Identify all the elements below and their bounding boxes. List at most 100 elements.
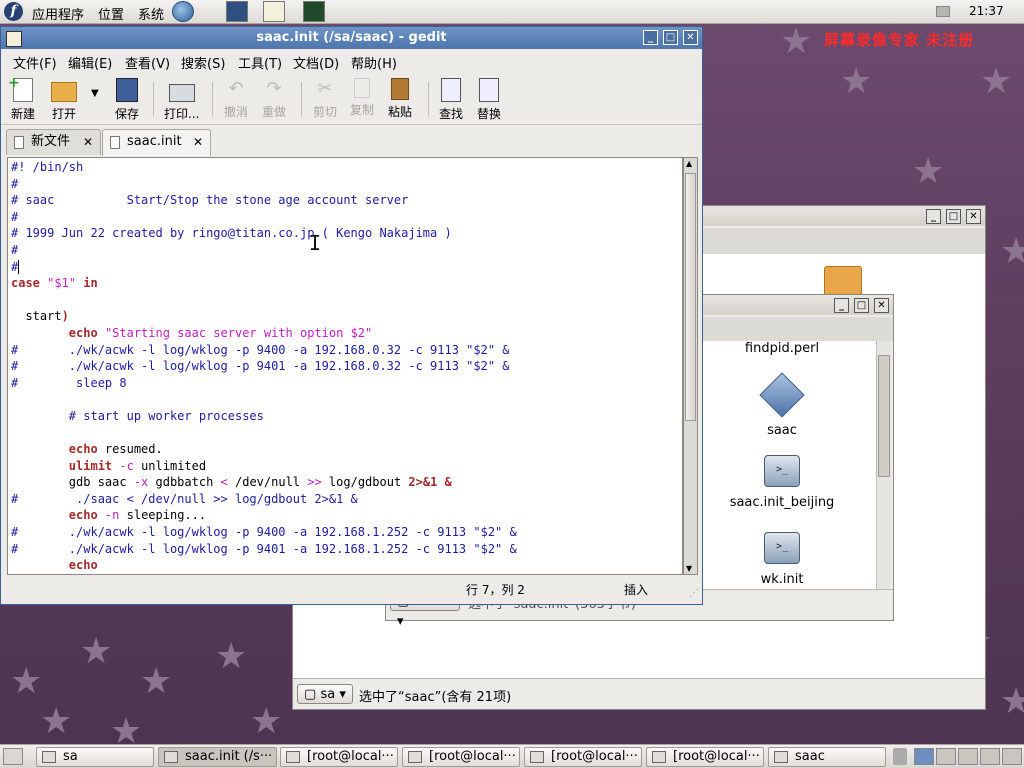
menu-documents[interactable]: 文档(D): [293, 53, 339, 72]
fedora-logo-icon[interactable]: f: [4, 2, 23, 21]
maximize-button[interactable]: □: [663, 30, 678, 45]
code-line[interactable]: [11, 425, 682, 442]
scrollbar-thumb[interactable]: [878, 355, 890, 477]
file-item[interactable]: >_ saac.init_beijing: [717, 451, 847, 510]
places-menu[interactable]: 位置: [98, 4, 124, 23]
close-button[interactable]: ✕: [966, 209, 981, 224]
scroll-down-arrow-icon[interactable]: ▼: [686, 564, 692, 573]
network-tray-icon[interactable]: [936, 6, 950, 17]
workspace-1[interactable]: [914, 748, 934, 765]
close-button[interactable]: ✕: [874, 298, 889, 313]
undo-button[interactable]: ↶ 撤消: [224, 78, 248, 120]
editor-vertical-scrollbar[interactable]: ▲ ▼: [683, 157, 698, 575]
tab-close-icon[interactable]: ✕: [193, 130, 203, 154]
code-line[interactable]: [11, 292, 682, 309]
cut-button[interactable]: ✂ 剪切: [313, 78, 337, 120]
code-line[interactable]: case "$1" in: [11, 275, 682, 292]
title-bar[interactable]: saac.init (/sa/saac) - gedit _ □ ✕: [1, 27, 702, 49]
code-line[interactable]: echo: [11, 557, 682, 574]
save-button[interactable]: 保存: [115, 78, 139, 122]
vertical-scrollbar[interactable]: [876, 341, 891, 590]
code-line[interactable]: # 1999 Jun 22 created by ringo@titan.co.…: [11, 225, 682, 242]
resize-grip-icon[interactable]: ⋰: [689, 588, 699, 599]
open-button[interactable]: 打开: [51, 78, 77, 122]
code-line[interactable]: # ./saac < /dev/null >> log/gdbout 2>&1 …: [11, 491, 682, 508]
file-item[interactable]: >_ wk.init: [717, 528, 847, 587]
tab-new-file[interactable]: 新文件 ✕: [6, 129, 101, 155]
copy-button[interactable]: 复制: [350, 78, 374, 118]
text-editor-area[interactable]: #! /bin/sh # # saac Start/Stop the stone a…: [7, 157, 683, 575]
menu-file[interactable]: 文件(F): [13, 53, 57, 72]
new-button[interactable]: + 新建: [8, 75, 35, 122]
menu-edit[interactable]: 编辑(E): [68, 53, 112, 72]
terminal-launcher-icon[interactable]: [226, 1, 248, 22]
code-line[interactable]: #: [11, 242, 682, 259]
replace-button[interactable]: 替换: [477, 78, 501, 122]
workspace-5[interactable]: [1002, 748, 1022, 765]
close-button[interactable]: ✕: [683, 30, 698, 45]
open-recent-dropdown-arrow[interactable]: ▼: [91, 88, 99, 99]
code-line[interactable]: # sleep 8: [11, 375, 682, 392]
redo-button[interactable]: ↷ 重做: [262, 78, 286, 120]
minimize-button[interactable]: _: [926, 209, 941, 224]
workspace-3[interactable]: [958, 748, 978, 765]
menu-help[interactable]: 帮助(H): [351, 53, 397, 72]
print-button[interactable]: 打印...: [164, 78, 199, 122]
code-view[interactable]: #! /bin/sh # # saac Start/Stop the stone a…: [8, 158, 682, 574]
minimize-button[interactable]: _: [643, 30, 658, 45]
code-line[interactable]: ulimit -c unlimited: [11, 458, 682, 475]
applications-menu[interactable]: 应用程序: [32, 4, 84, 23]
clock[interactable]: 21:37: [969, 4, 1004, 18]
task-terminal-4[interactable]: [root@local···: [646, 747, 764, 767]
task-sa[interactable]: sa: [36, 747, 154, 767]
menu-view[interactable]: 查看(V): [125, 53, 170, 72]
task-gedit[interactable]: saac.init (/s···: [158, 747, 277, 767]
location-button[interactable]: ▢ sa ▾: [297, 684, 353, 704]
file-item[interactable]: findpid.perl: [717, 341, 847, 356]
maximize-button[interactable]: □: [946, 209, 961, 224]
task-terminal-1[interactable]: [root@local···: [280, 747, 398, 767]
task-terminal-3[interactable]: [root@local···: [524, 747, 642, 767]
code-line[interactable]: [11, 391, 682, 408]
task-saac[interactable]: saac: [768, 747, 886, 767]
code-line[interactable]: # ./wk/acwk -l log/wklog -p 9401 -a 192.…: [11, 358, 682, 375]
redo-icon: ↷: [266, 78, 282, 99]
code-line[interactable]: # ./wk/acwk -l log/wklog -p 9400 -a 192.…: [11, 524, 682, 541]
workspace-4[interactable]: [980, 748, 1000, 765]
web-browser-launcher-icon[interactable]: [172, 1, 194, 22]
gedit-app-icon[interactable]: [6, 31, 22, 47]
code-line[interactable]: echo -n sleeping...: [11, 507, 682, 524]
menu-search[interactable]: 搜索(S): [181, 53, 225, 72]
code-line[interactable]: echo "Starting saac server with option $…: [11, 325, 682, 342]
code-line[interactable]: # ./wk/acwk -l log/wklog -p 9400 -a 192.…: [11, 342, 682, 359]
code-line[interactable]: #: [11, 176, 682, 193]
code-line[interactable]: # saac Start/Stop the stone age account …: [11, 192, 682, 209]
maximize-button[interactable]: □: [854, 298, 869, 313]
text-editor-launcher-icon[interactable]: [263, 1, 285, 22]
tab-close-icon[interactable]: ✕: [83, 130, 93, 154]
code-line[interactable]: #: [11, 259, 682, 276]
scrollbar-thumb[interactable]: [685, 173, 696, 421]
show-desktop-icon[interactable]: [3, 748, 23, 765]
code-line[interactable]: start): [11, 308, 682, 325]
menu-tools[interactable]: 工具(T): [238, 53, 282, 72]
gedit-window[interactable]: saac.init (/sa/saac) - gedit _ □ ✕ 文件(F)…: [0, 26, 703, 605]
code-line[interactable]: gdb saac -x gdbbatch < /dev/null >> log/…: [11, 474, 682, 491]
code-token: #: [11, 209, 19, 224]
code-line[interactable]: echo resumed.: [11, 441, 682, 458]
trash-icon[interactable]: [893, 748, 907, 765]
code-line[interactable]: #! /bin/sh: [11, 159, 682, 176]
system-monitor-launcher-icon[interactable]: [303, 1, 325, 22]
file-item[interactable]: saac: [717, 371, 847, 438]
find-button[interactable]: 查找: [439, 78, 463, 122]
minimize-button[interactable]: _: [834, 298, 849, 313]
paste-button[interactable]: 粘贴: [388, 78, 412, 120]
code-line[interactable]: # start up worker processes: [11, 408, 682, 425]
scroll-up-arrow-icon[interactable]: ▲: [686, 159, 692, 168]
tab-saac-init[interactable]: saac.init ✕: [102, 129, 211, 156]
task-terminal-2[interactable]: [root@local···: [402, 747, 520, 767]
code-line[interactable]: # ./wk/acwk -l log/wklog -p 9401 -a 192.…: [11, 541, 682, 558]
code-line[interactable]: #: [11, 209, 682, 226]
workspace-2[interactable]: [936, 748, 956, 765]
system-menu[interactable]: 系统: [138, 4, 164, 23]
